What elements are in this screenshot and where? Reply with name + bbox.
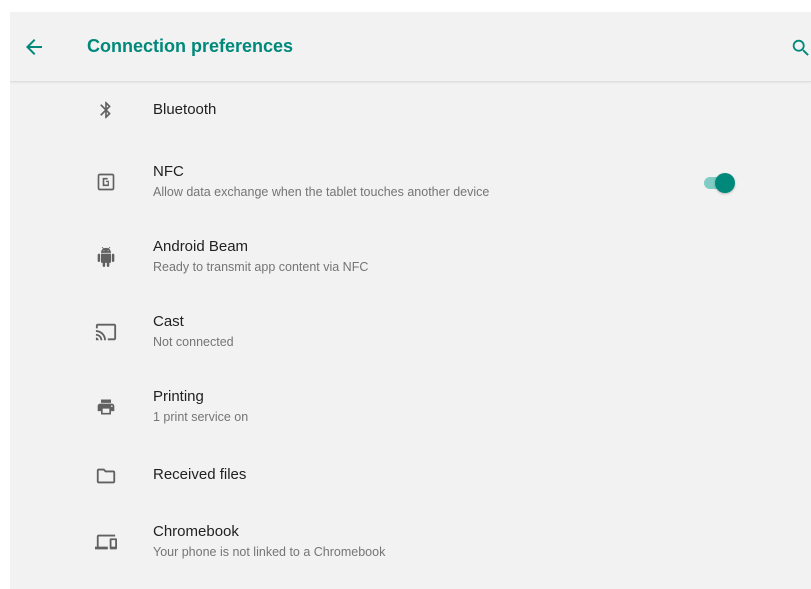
item-summary: Your phone is not linked to a Chromebook (153, 545, 386, 559)
folder-icon (95, 465, 117, 487)
list-item-printing[interactable]: Printing 1 print service on (10, 375, 811, 439)
nfc-toggle[interactable] (702, 173, 736, 193)
settings-window: Connection preferences Bluetooth NFC All… (10, 12, 811, 589)
app-bar: Connection preferences (10, 12, 811, 82)
list-item-chromebook[interactable]: Chromebook Your phone is not linked to a… (10, 510, 811, 574)
search-button[interactable] (790, 37, 811, 59)
arrow-back-icon (22, 35, 46, 59)
list-item-bluetooth[interactable]: Bluetooth (10, 82, 811, 138)
back-button[interactable] (22, 35, 46, 59)
item-title: Received files (153, 466, 247, 483)
item-title: NFC (153, 163, 184, 180)
bluetooth-icon (95, 99, 117, 121)
item-title: Printing (153, 388, 204, 405)
toggle-thumb (715, 173, 735, 193)
list-item-android-beam[interactable]: Android Beam Ready to transmit app conte… (10, 225, 811, 289)
cast-icon (95, 321, 117, 343)
item-summary: 1 print service on (153, 410, 249, 424)
android-icon (95, 246, 117, 268)
list-item-cast[interactable]: Cast Not connected (10, 300, 811, 364)
list-item-received-files[interactable]: Received files (10, 452, 811, 508)
search-icon (790, 39, 811, 63)
item-summary: Allow data exchange when the tablet touc… (153, 185, 490, 199)
item-summary: Ready to transmit app content via NFC (153, 260, 369, 274)
nfc-icon (95, 171, 117, 193)
item-title: Android Beam (153, 238, 249, 255)
printer-icon (95, 396, 117, 418)
item-summary: Not connected (153, 335, 234, 349)
list-item-nfc[interactable]: NFC Allow data exchange when the tablet … (10, 150, 811, 214)
item-title: Cast (153, 313, 184, 330)
item-title: Bluetooth (153, 101, 217, 118)
devices-icon (95, 531, 117, 553)
page-title: Connection preferences (87, 36, 294, 56)
item-title: Chromebook (153, 523, 239, 540)
